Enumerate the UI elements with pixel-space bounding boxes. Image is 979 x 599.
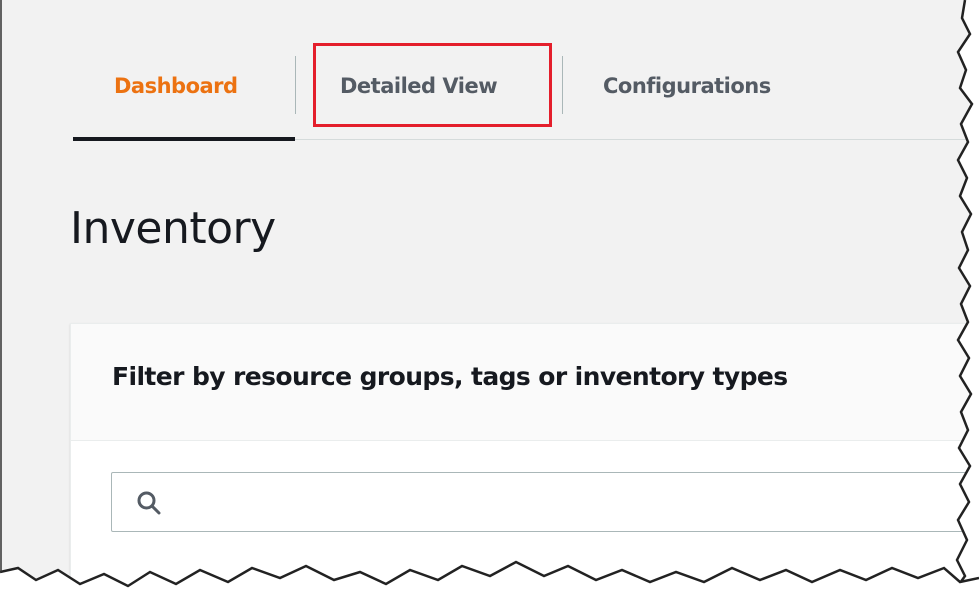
highlight-annotation-box [313,43,552,127]
filter-panel-title: Filter by resource groups, tags or inven… [112,362,788,391]
filter-panel: Filter by resource groups, tags or inven… [70,323,979,599]
page-title: Inventory [70,203,276,254]
tab-bar: Dashboard Detailed View Configurations [73,36,979,142]
tab-separator [295,56,296,114]
tab-dashboard[interactable]: Dashboard [114,66,238,106]
tab-configurations[interactable]: Configurations [603,66,771,106]
search-input[interactable] [172,473,972,531]
active-tab-indicator [73,137,295,141]
search-icon [136,490,162,516]
app-frame: Dashboard Detailed View Configurations I… [0,0,979,599]
filter-panel-header: Filter by resource groups, tags or inven… [71,324,979,441]
search-field[interactable] [111,472,979,532]
tab-separator [562,56,563,114]
